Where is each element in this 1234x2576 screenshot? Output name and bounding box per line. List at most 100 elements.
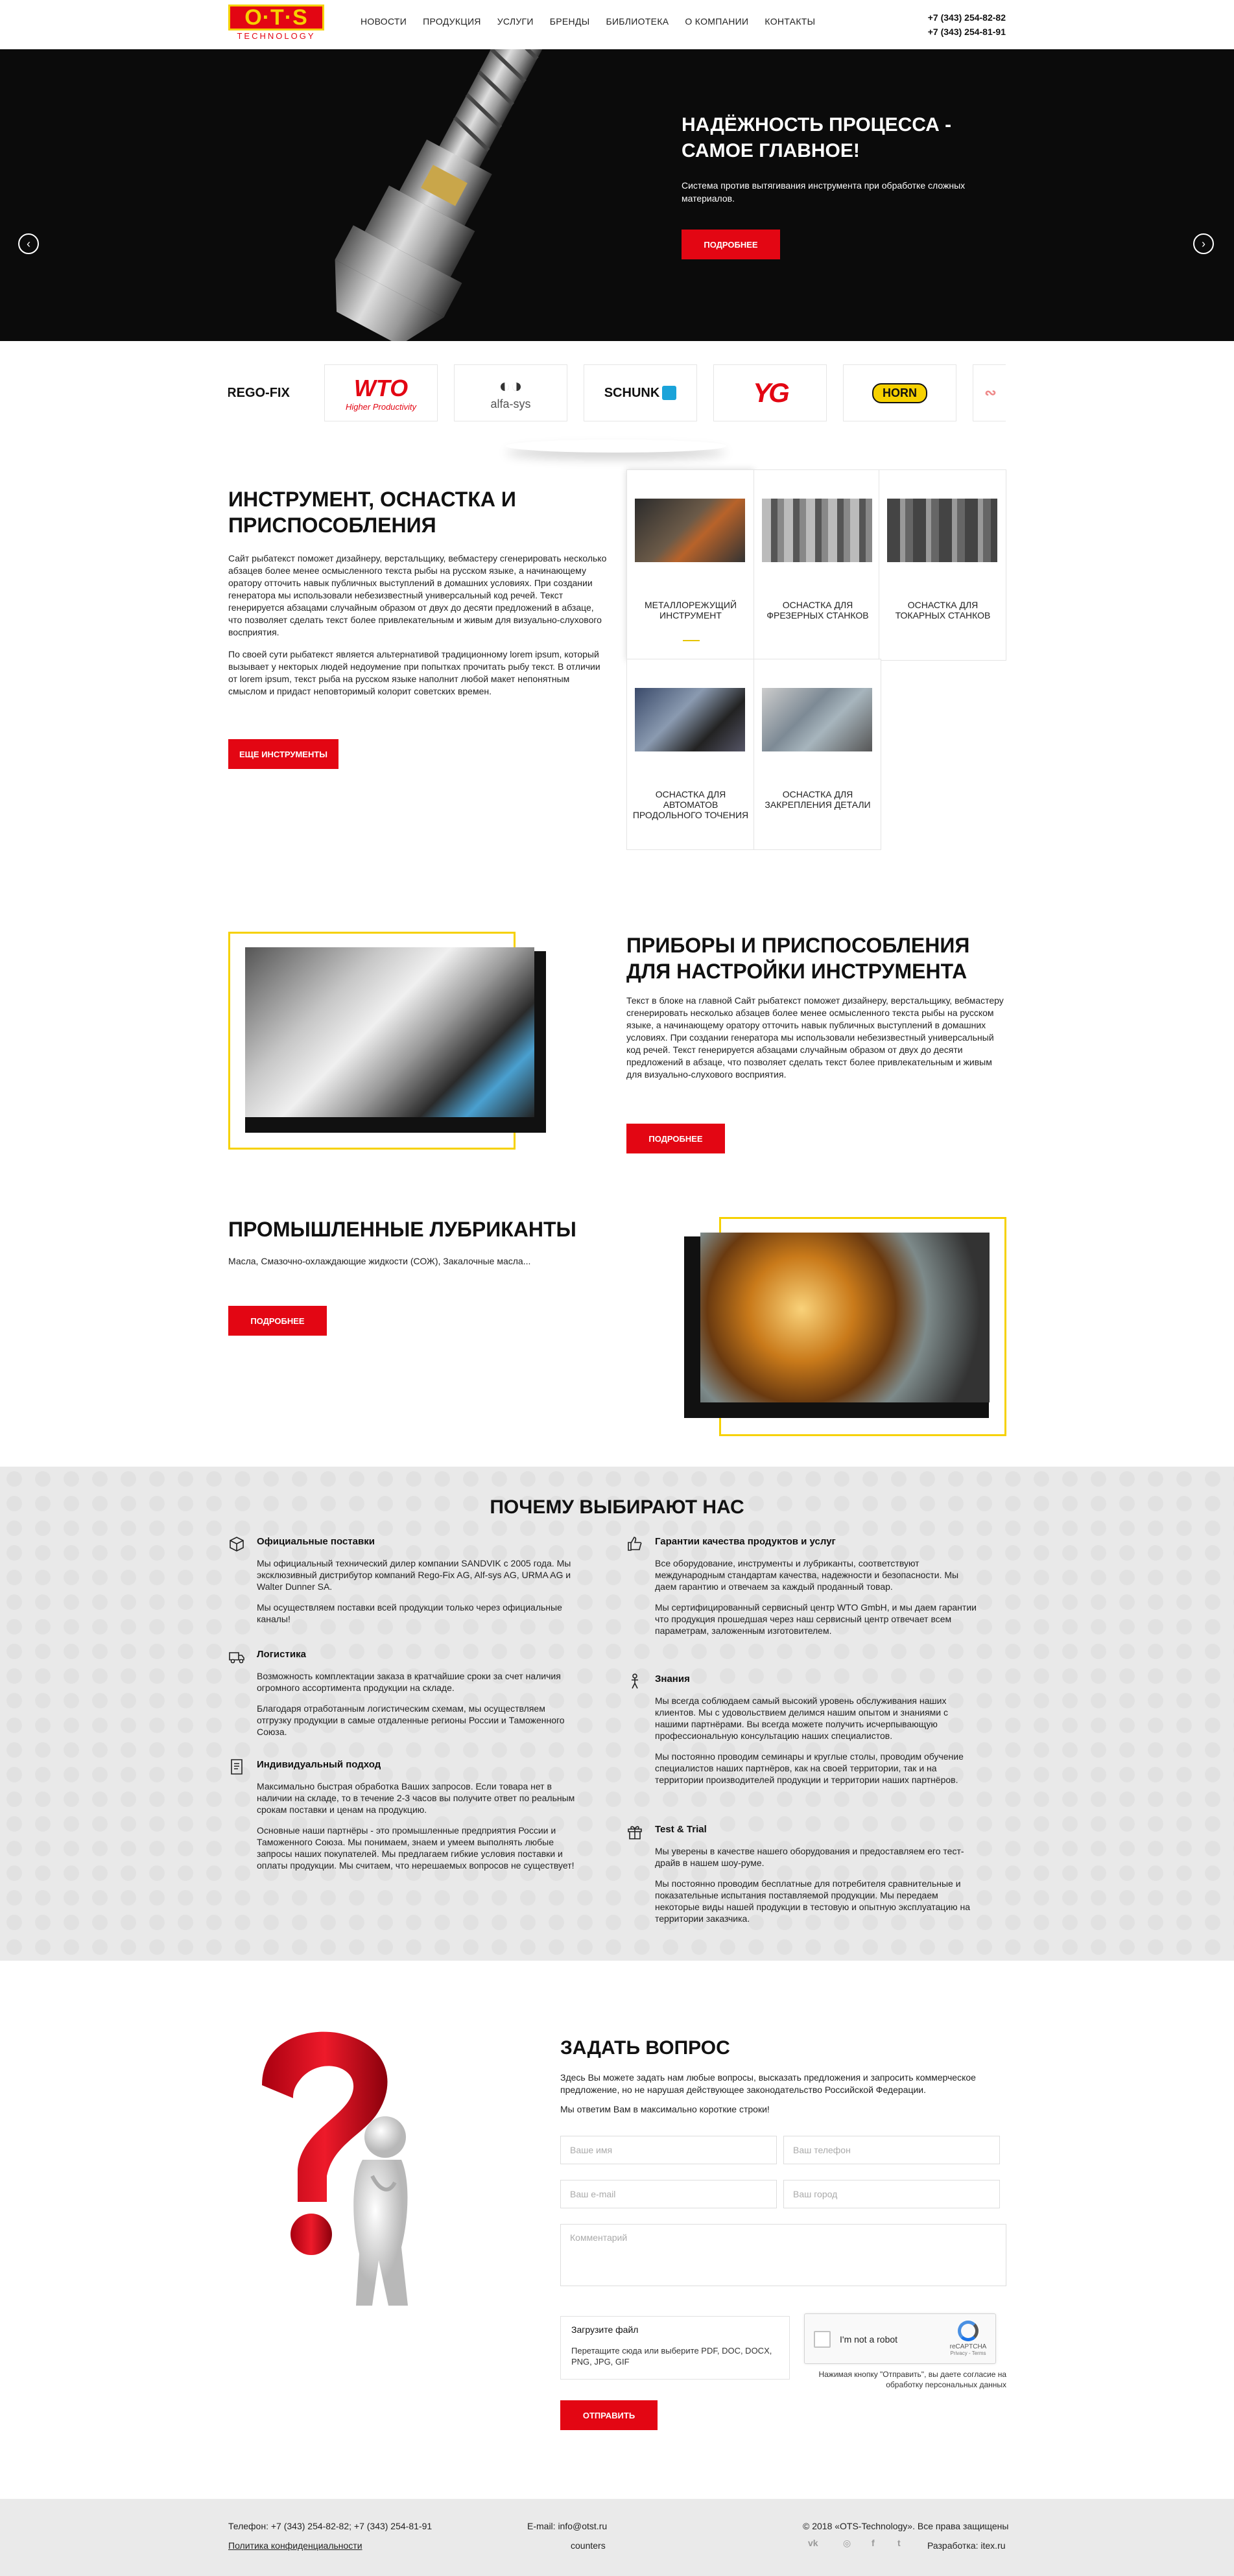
phone-1[interactable]: +7 (343) 254-82-82	[928, 10, 1006, 25]
why-item-text: Мы осуществляем поставки всей продукции …	[257, 1602, 562, 1624]
city-input[interactable]	[783, 2180, 1000, 2208]
copyright: © 2018 «OTS-Technology». Все права защищ…	[803, 2521, 1009, 2531]
why-item-test: Test & Trial Мы уверены в качестве нашег…	[626, 1823, 977, 1933]
why-item-title: Test & Trial	[655, 1824, 707, 1835]
nav-library[interactable]: Библиотека	[606, 16, 669, 27]
brand-schunk[interactable]: SCHUNK	[584, 364, 697, 421]
nav-brands[interactable]: Бренды	[550, 16, 590, 27]
brand-alfasys-label: alfa-sys	[490, 397, 531, 410]
truck-icon	[229, 1652, 244, 1664]
page: O·T·S TECHNOLOGY Новости Продукция Услуг…	[0, 0, 1234, 2576]
upload-title: Загрузите файл	[571, 2324, 639, 2335]
send-button[interactable]: ОТПРАВИТЬ	[560, 2400, 658, 2430]
why-item-text: Мы сертифицированный сервисный центр WTO…	[655, 1602, 977, 1636]
main-nav: Новости Продукция Услуги Бренды Библиоте…	[361, 16, 831, 27]
devices-title: ПРИБОРЫ И ПРИСПОСОБЛЕНИЯ ДЛЯ НАСТРОЙКИ И…	[626, 934, 970, 983]
category-card-cutting[interactable]: МЕТАЛЛОРЕЖУЩИЙ ИНСТРУМЕНТ	[626, 469, 754, 661]
slider-prev-icon[interactable]: ‹	[18, 233, 39, 254]
logo-mark: O·T·S	[228, 5, 324, 30]
comment-textarea[interactable]	[560, 2224, 1006, 2286]
lubricant-image	[700, 1233, 990, 1402]
brand-partial[interactable]: ∾	[973, 364, 1006, 421]
slider-next-icon[interactable]: ›	[1193, 233, 1214, 254]
file-upload-dropzone[interactable]: Загрузите файл Перетащите сюда или выбер…	[560, 2316, 790, 2380]
gift-icon	[628, 1826, 642, 1839]
category-card-workholding[interactable]: ОСНАСТКА ДЛЯ ЗАКРЕПЛЕНИЯ ДЕТАЛИ	[753, 659, 881, 850]
divider-shadow	[506, 440, 726, 453]
lubricants-image-block	[684, 1217, 1006, 1437]
recaptcha-links[interactable]: Privacy - Terms	[949, 2350, 988, 2356]
lubricants-more-button[interactable]: ПОДРОБНЕЕ	[228, 1306, 327, 1336]
devices-more-button[interactable]: ПОДРОБНЕЕ	[626, 1124, 725, 1153]
presetter-image	[245, 947, 534, 1117]
why-item-text: Мы официальный технический дилер компани…	[257, 1558, 571, 1592]
turning-tooling-image	[887, 499, 997, 562]
footer-counters: counters	[571, 2540, 606, 2551]
name-input[interactable]	[560, 2136, 777, 2164]
question-mark-figure-image	[262, 2031, 408, 2306]
twitter-icon[interactable]: t	[897, 2538, 901, 2548]
recaptcha-icon	[958, 2321, 979, 2341]
phone-input[interactable]	[783, 2136, 1000, 2164]
nav-about[interactable]: О компании	[685, 16, 748, 27]
developer-credit[interactable]: Разработка: itex.ru	[927, 2540, 1006, 2551]
category-label: ОСНАСТКА ДЛЯ АВТОМАТОВ ПРОДОЛЬНОГО ТОЧЕН…	[632, 789, 749, 820]
brand-wto-label: WTO	[353, 374, 409, 401]
email-input[interactable]	[560, 2180, 777, 2208]
privacy-policy-link[interactable]: Политика конфиденциальности	[228, 2540, 362, 2551]
why-item-logistics: Логистика Возможность комплектации заказ…	[228, 1648, 578, 1747]
vk-icon[interactable]: vk	[808, 2538, 818, 2548]
brand-horn-label: HORN	[872, 383, 927, 403]
alfasys-mark-icon: ◐◑	[499, 375, 523, 397]
lubricants-title: ПРОМЫШЛЕННЫЕ ЛУБРИКАНТЫ	[228, 1218, 576, 1241]
instruments-title: ИНСТРУМЕНТ, ОСНАСТКА И ПРИСПОСОБЛЕНИЯ	[228, 488, 516, 537]
schunk-swoosh-icon	[662, 386, 677, 400]
more-instruments-button[interactable]: ЕЩЕ ИНСТРУМЕНТЫ	[228, 739, 338, 769]
recaptcha-widget: I'm not a robot reCAPTCHA Privacy - Term…	[804, 2313, 996, 2364]
recaptcha-brand: reCAPTCHA	[949, 2343, 987, 2350]
instagram-icon[interactable]: ◎	[843, 2538, 851, 2549]
nav-news[interactable]: Новости	[361, 16, 407, 27]
phone-2[interactable]: +7 (343) 254-81-91	[928, 25, 1006, 39]
brand-yg[interactable]: YG	[713, 364, 827, 421]
category-card-turning[interactable]: ОСНАСТКА ДЛЯ ТОКАРНЫХ СТАНКОВ	[879, 469, 1006, 661]
devices-text: Текст в блоке на главной Сайт рыбатекст …	[626, 995, 1004, 1080]
upload-hint: Перетащите сюда или выберите PDF, DOC, D…	[571, 2346, 772, 2367]
nav-products[interactable]: Продукция	[423, 16, 481, 27]
hero-more-button[interactable]: ПОДРОБНЕЕ	[682, 230, 780, 259]
category-card-milling[interactable]: ОСНАСТКА ДЛЯ ФРЕЗЕРНЫХ СТАНКОВ	[753, 469, 881, 661]
workholding-image	[762, 688, 872, 751]
nav-contacts[interactable]: Контакты	[765, 16, 815, 27]
category-label: ОСНАСТКА ДЛЯ ФРЕЗЕРНЫХ СТАНКОВ	[766, 600, 869, 620]
hero-text: Система против вытягивания инструмента п…	[682, 180, 966, 204]
brand-horn[interactable]: HORN	[843, 364, 956, 421]
footer-email[interactable]: E-mail: info@otst.ru	[527, 2521, 607, 2531]
milling-tooling-image	[762, 499, 872, 562]
cutting-tool-image	[635, 499, 745, 562]
brand-wto[interactable]: WTO Higher Productivity	[324, 364, 438, 421]
why-item-text: Благодаря отработанным логистическим схе…	[257, 1703, 565, 1737]
instruments-text-2: По своей сути рыбатекст является альтерн…	[228, 649, 600, 696]
facebook-icon[interactable]: f	[872, 2538, 875, 2548]
devices-image-block	[228, 932, 546, 1151]
ask-text: Здесь Вы можете задать нам любые вопросы…	[560, 2072, 976, 2095]
logo[interactable]: O·T·S TECHNOLOGY	[228, 5, 324, 43]
why-item-knowledge: Знания Мы всегда соблюдаем самый высокий…	[626, 1673, 977, 1795]
brands-carousel: REGO-FIX WTO Higher Productivity ◐◑ alfa…	[228, 364, 1006, 423]
why-item-title: Официальные поставки	[257, 1536, 375, 1547]
brand-yg-label: YG	[753, 377, 790, 408]
brand-alfasys[interactable]: ◐◑ alfa-sys	[454, 364, 567, 421]
nav-services[interactable]: Услуги	[497, 16, 534, 27]
category-card-swiss[interactable]: ОСНАСТКА ДЛЯ АВТОМАТОВ ПРОДОЛЬНОГО ТОЧЕН…	[626, 659, 754, 850]
why-item-text: Мы уверены в качестве нашего оборудовани…	[655, 1846, 964, 1868]
why-us-title: ПОЧЕМУ ВЫБИРАЮТ НАС	[490, 1496, 744, 1518]
recaptcha-checkbox[interactable]	[814, 2331, 831, 2348]
why-item-text: Основные наши партнёры - это промышленны…	[257, 1825, 575, 1871]
why-item-quality: Гарантии качества продуктов и услуг Все …	[626, 1535, 977, 1646]
brand-regofix-label: REGO-FIX	[228, 385, 290, 400]
brand-regofix[interactable]: REGO-FIX	[228, 364, 292, 421]
category-label: ОСНАСТКА ДЛЯ ТОКАРНЫХ СТАНКОВ	[895, 600, 991, 620]
why-item-title: Знания	[655, 1673, 690, 1684]
why-item-individual: Индивидуальный подход Максимально быстра…	[228, 1758, 578, 1880]
brand-wto-tagline: Higher Productivity	[345, 401, 417, 412]
